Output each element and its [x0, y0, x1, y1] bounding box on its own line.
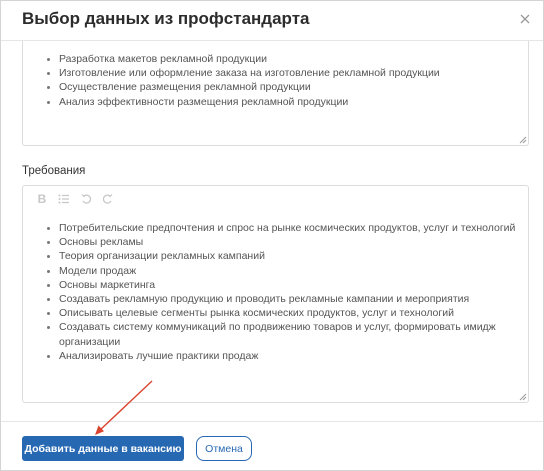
requirements-editor[interactable]: B • Потребительские предпочтения и спрос… [22, 185, 529, 403]
modal-dialog: Выбор данных из профстандарта Разработка… [0, 0, 544, 471]
functions-list: Разработка макетов рекламной продукции И… [23, 52, 440, 109]
list-item: Создавать систему коммуникаций по продви… [59, 320, 528, 348]
redo-icon[interactable] [101, 192, 115, 206]
cancel-button[interactable]: Отмена [196, 436, 252, 461]
bold-icon[interactable]: B [35, 192, 49, 206]
requirements-list: Потребительские предпочтения и спрос на … [23, 221, 528, 363]
list-item: Основы маркетинга [59, 278, 528, 292]
list-item: Теория организации рекламных кампаний [59, 249, 528, 263]
add-to-vacancy-button[interactable]: Добавить данные в вакансию [22, 436, 184, 461]
editor-toolbar: B [35, 191, 115, 207]
list-item: Создавать рекламную продукцию и проводит… [59, 292, 528, 306]
close-icon[interactable] [515, 9, 535, 29]
list-item: Модели продаж [59, 264, 528, 278]
list-item: Описывать целевые сегменты рынка космиче… [59, 306, 528, 320]
resize-handle-icon[interactable] [519, 136, 527, 144]
dialog-footer: Добавить данные в вакансию Отмена [1, 421, 543, 471]
undo-icon[interactable] [79, 192, 93, 206]
resize-handle-icon[interactable] [519, 393, 527, 401]
dialog-title: Выбор данных из профстандарта [22, 9, 310, 28]
list-item: Изготовление или оформление заказа на из… [59, 66, 440, 80]
list-item: Основы рекламы [59, 235, 528, 249]
list-icon[interactable] [57, 192, 71, 206]
list-item: Анализ эффективности размещения рекламно… [59, 95, 440, 109]
list-item: Разработка макетов рекламной продукции [59, 52, 440, 66]
list-item: Потребительские предпочтения и спрос на … [59, 221, 528, 235]
dialog-header: Выбор данных из профстандарта [1, 1, 543, 41]
requirements-label: Требования [22, 165, 86, 177]
functions-textarea[interactable]: Разработка макетов рекламной продукции И… [22, 41, 529, 146]
list-item: Анализировать лучшие практики продаж [59, 349, 528, 363]
list-item: Осуществление размещения рекламной проду… [59, 80, 440, 94]
